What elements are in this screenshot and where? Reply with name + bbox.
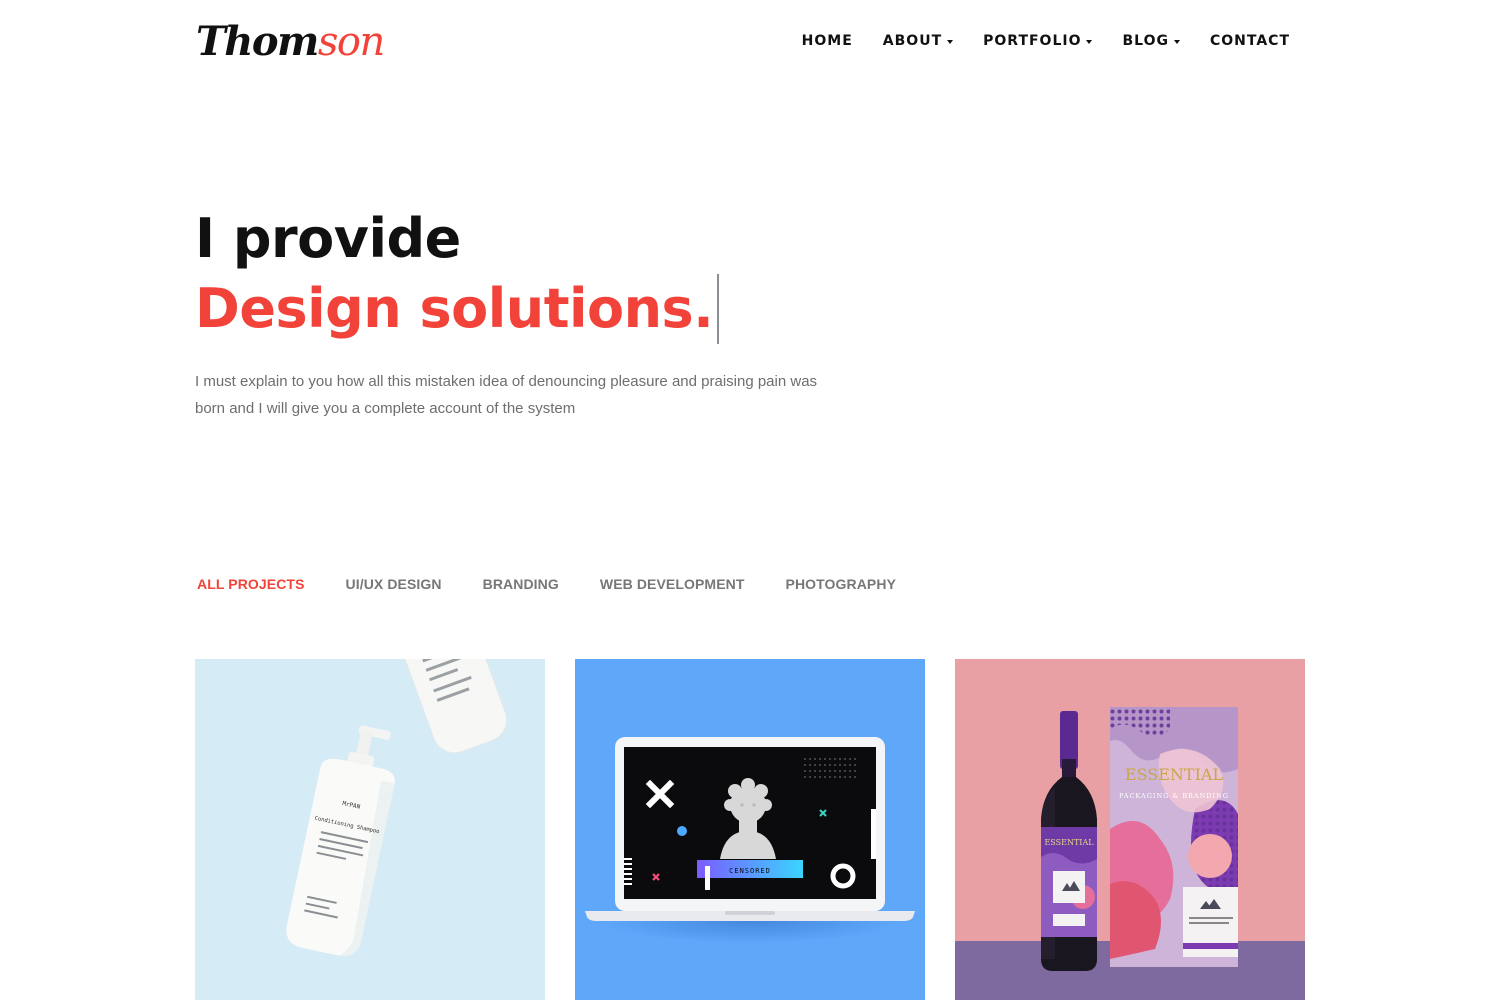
filter-web-development[interactable]: WEB DEVELOPMENT: [600, 574, 745, 594]
box-title: ESSENTIAL: [1125, 765, 1224, 784]
nav-blog-label: BLOG: [1122, 33, 1169, 49]
packaging-mockup-image: ESSENTIAL PACKAGING & BRANDING ESSENTIAL: [955, 707, 1305, 1000]
shampoo-bottles-image: MrPAN Conditioning Shampoo: [286, 659, 508, 957]
hero-heading-accent: Design solutions.: [195, 277, 714, 340]
caret-down-icon: [1173, 39, 1180, 44]
nav-contact-label: CONTACT: [1209, 33, 1290, 49]
filter-photography[interactable]: PHOTOGRAPHY: [786, 574, 897, 594]
filter-ui-ux-design[interactable]: UI/UX DESIGN: [346, 574, 442, 594]
typing-cursor: [717, 274, 720, 344]
filter-all-projects[interactable]: ALL PROJECTS: [197, 574, 305, 594]
caret-down-icon: [1086, 39, 1093, 44]
censored-label: CENSORED: [729, 867, 771, 875]
bottle-label: ESSENTIAL: [1044, 838, 1094, 847]
hero-heading-line2: Design solutions.: [195, 274, 720, 344]
nav-about-label: ABOUT: [882, 33, 943, 49]
nav-portfolio-label: PORTFOLIO: [983, 33, 1082, 49]
project-card-laptop[interactable]: CENSORED: [575, 659, 925, 1000]
laptop-mockup-image: CENSORED: [585, 737, 915, 943]
hero-heading-line1: I provide: [195, 207, 461, 270]
site-header: Thomson HOME ABOUT PORTFOLIO BLOG CONTAC…: [0, 0, 1500, 84]
nav-contact[interactable]: CONTACT: [1210, 30, 1290, 52]
box-subtitle: PACKAGING & BRANDING: [1119, 792, 1229, 800]
filter-branding[interactable]: BRANDING: [483, 574, 559, 594]
portfolio-filters: ALL PROJECTS UI/UX DESIGN BRANDING WEB D…: [197, 574, 896, 594]
logo-part-1: Thom: [196, 18, 319, 65]
project-card-packaging[interactable]: ESSENTIAL PACKAGING & BRANDING ESSENTIAL: [955, 659, 1305, 1000]
nav-blog[interactable]: BLOG: [1122, 30, 1180, 52]
nav-home-label: HOME: [801, 33, 853, 49]
nav-home[interactable]: HOME: [802, 30, 853, 52]
site-logo[interactable]: Thomson: [196, 14, 385, 70]
caret-down-icon: [947, 39, 954, 44]
logo-part-2: son: [317, 19, 385, 65]
hero-description: I must explain to you how all this mista…: [195, 373, 818, 417]
main-nav: HOME ABOUT PORTFOLIO BLOG CONTACT: [802, 30, 1290, 52]
project-card-shampoo[interactable]: MrPAN Conditioning Shampoo: [195, 659, 545, 1000]
nav-portfolio[interactable]: PORTFOLIO: [983, 30, 1093, 52]
nav-about[interactable]: ABOUT: [882, 30, 954, 52]
